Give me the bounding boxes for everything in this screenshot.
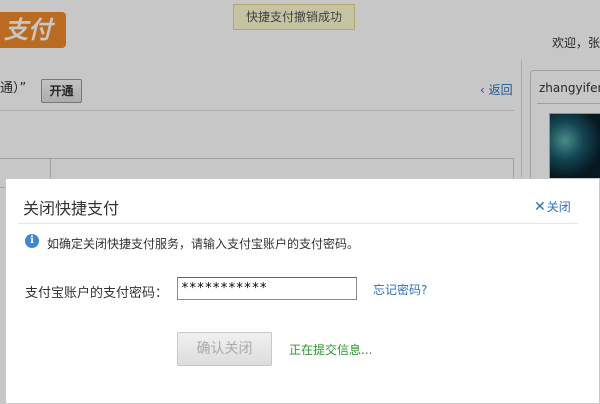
close-icon: ✕ (534, 199, 546, 215)
confirm-close-button[interactable]: 确认关闭 (177, 332, 272, 366)
dialog-close-button[interactable]: ✕关闭 (534, 198, 571, 215)
dialog-close-label: 关闭 (546, 200, 571, 214)
forgot-password-link[interactable]: 忘记密码? (373, 281, 427, 298)
close-quickpay-dialog: 关闭快捷支付 ✕关闭 i 如确定关闭快捷支付服务，请输入支付宝账户的支付密码。 … (5, 178, 600, 404)
password-field[interactable]: *********** (177, 277, 357, 300)
divider (18, 223, 578, 224)
submitting-status: 正在提交信息... (289, 343, 373, 357)
info-icon: i (25, 234, 39, 248)
password-label: 支付宝账户的支付密码： (25, 286, 169, 301)
dialog-title: 关闭快捷支付 (23, 199, 120, 218)
info-message: 如确定关闭快捷支付服务，请输入支付宝账户的支付密码。 (47, 237, 360, 251)
